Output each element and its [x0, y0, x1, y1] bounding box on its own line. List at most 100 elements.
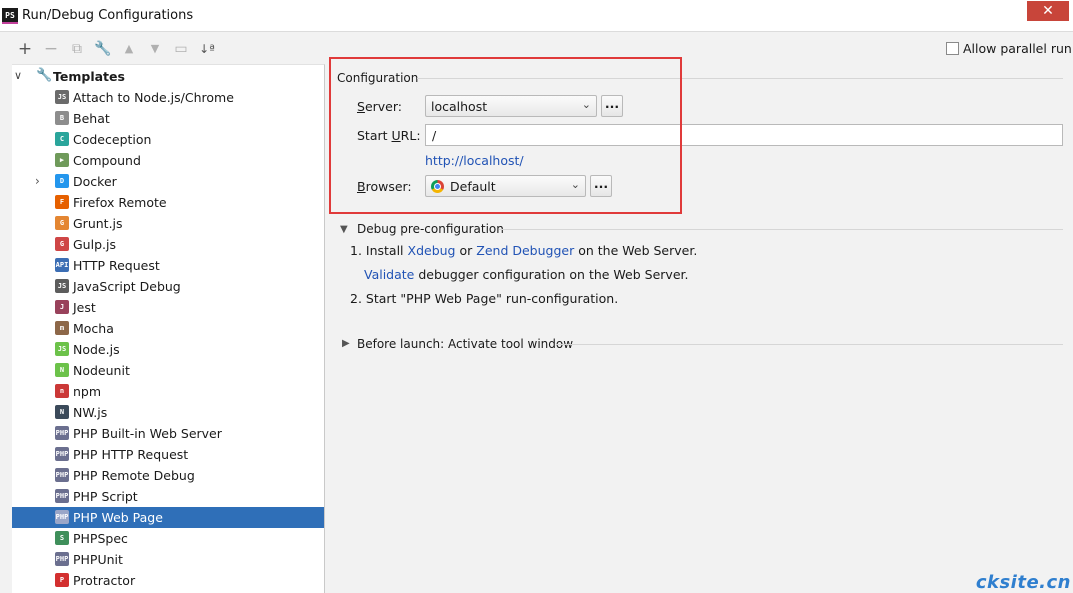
tree-item[interactable]: PHP PHP Built-in Web Server: [12, 423, 324, 444]
highlight-annotation: [329, 57, 682, 214]
config-toolbar: + − ⧉ 🔧 ▲ ▼ ▭ ↓ª: [12, 38, 324, 62]
php-script-icon: PHP: [55, 489, 69, 503]
tree-item-label: PHP Script: [73, 489, 138, 504]
tree-item[interactable]: G Grunt.js: [12, 213, 324, 234]
debug-step-2: 2. Start "PHP Web Page" run-configuratio…: [350, 291, 619, 306]
tree-item[interactable]: S PHPSpec: [12, 528, 324, 549]
tree-item[interactable]: P Protractor: [12, 570, 324, 591]
tree-item-label: PHPUnit: [73, 552, 123, 567]
tree-item[interactable]: N Nodeunit: [12, 360, 324, 381]
configuration-tree[interactable]: ∨ 🔧 Templates JS Attach to Node.js/Chrome…: [12, 64, 325, 593]
title-bar: PS Run/Debug Configurations ✕: [0, 0, 1073, 32]
step1-suffix: on the Web Server.: [578, 243, 698, 258]
wrench-icon: 🔧: [36, 68, 53, 83]
section-divider: [499, 229, 1063, 230]
or-text: or: [459, 243, 473, 258]
validate-link[interactable]: Validate: [364, 267, 414, 282]
compound-icon: ▶: [55, 153, 69, 167]
plus-icon[interactable]: +: [16, 40, 34, 58]
allow-parallel-label: Allow parallel run: [963, 41, 1072, 56]
docker-icon: D: [55, 174, 69, 188]
wrench-icon[interactable]: 🔧: [94, 40, 112, 58]
folder-icon[interactable]: ▭: [172, 40, 190, 58]
phpspec-icon: S: [55, 531, 69, 545]
tree-item-label: Mocha: [73, 321, 114, 336]
debug-section-title[interactable]: Debug pre-configuration: [357, 222, 504, 236]
allow-parallel-checkbox[interactable]: [946, 42, 959, 55]
http-request-icon: API: [55, 258, 69, 272]
tree-item[interactable]: API HTTP Request: [12, 255, 324, 276]
tree-item[interactable]: ▶ Compound: [12, 150, 324, 171]
section-divider: [556, 344, 1063, 345]
firefox-icon: F: [55, 195, 69, 209]
tree-item[interactable]: C Codeception: [12, 129, 324, 150]
close-button[interactable]: ✕: [1027, 1, 1069, 21]
tree-item[interactable]: › D Docker: [12, 171, 324, 192]
watermark: cksite.cn: [975, 572, 1071, 593]
phpunit-icon: PHP: [55, 552, 69, 566]
tree-item-label: Behat: [73, 111, 110, 126]
npm-icon: n: [55, 384, 69, 398]
attach-nodejs-icon: JS: [55, 90, 69, 104]
sort-icon[interactable]: ↓ª: [198, 40, 216, 58]
tree-item-label: PHP HTTP Request: [73, 447, 189, 462]
tree-item-label: PHPSpec: [73, 531, 128, 546]
tree-item-label: NW.js: [73, 405, 108, 420]
debug-step-1: 1. Install Xdebug or Zend Debugger on th…: [350, 243, 697, 258]
mocha-icon: m: [55, 321, 69, 335]
phpstorm-logo-icon: PS: [2, 8, 18, 24]
tree-item[interactable]: n npm: [12, 381, 324, 402]
tree-item-label: PHP Remote Debug: [73, 468, 195, 483]
tree-item[interactable]: JS Node.js: [12, 339, 324, 360]
codeception-icon: C: [55, 132, 69, 146]
before-launch-title[interactable]: Before launch: Activate tool window: [357, 337, 573, 351]
copy-icon[interactable]: ⧉: [68, 40, 86, 58]
chevron-down-icon[interactable]: ∨: [14, 69, 22, 82]
behat-icon: B: [55, 111, 69, 125]
php-web-page-icon: PHP: [55, 510, 69, 524]
arrow-down-icon[interactable]: ▼: [146, 40, 164, 58]
tree-item-label: Codeception: [73, 132, 152, 147]
tree-root-label: Templates: [53, 69, 125, 84]
tree-item[interactable]: JS Attach to Node.js/Chrome: [12, 87, 324, 108]
tree-item[interactable]: PHP PHP Remote Debug: [12, 465, 324, 486]
tree-item[interactable]: F Firefox Remote: [12, 192, 324, 213]
tree-root-templates[interactable]: ∨ 🔧 Templates: [12, 66, 324, 87]
javascript-debug-icon: JS: [55, 279, 69, 293]
grunt-icon: G: [55, 216, 69, 230]
tree-item[interactable]: JS JavaScript Debug: [12, 276, 324, 297]
tree-item-label: Protractor: [73, 573, 136, 588]
tree-item[interactable]: PHP PHP HTTP Request: [12, 444, 324, 465]
tree-item[interactable]: J Jest: [12, 297, 324, 318]
zend-debugger-link[interactable]: Zend Debugger: [476, 243, 574, 258]
chevron-right-icon[interactable]: ▶: [342, 338, 350, 349]
tree-item[interactable]: PHP PHPUnit: [12, 549, 324, 570]
tree-item-label: Grunt.js: [73, 216, 123, 231]
step1-prefix: 1. Install: [350, 243, 404, 258]
xdebug-link[interactable]: Xdebug: [408, 243, 456, 258]
php-builtin-server-icon: PHP: [55, 426, 69, 440]
tree-item-label: PHP Web Page: [73, 510, 163, 525]
debug-validate-line: Validate debugger configuration on the W…: [364, 267, 688, 282]
tree-item-label: Docker: [73, 174, 117, 189]
chevron-down-icon[interactable]: ▼: [340, 224, 348, 235]
minus-icon[interactable]: −: [42, 40, 60, 58]
nwjs-icon: N: [55, 405, 69, 419]
tree-item[interactable]: PHP PHP Script: [12, 486, 324, 507]
tree-item[interactable]: PHP PHP Web Page: [12, 507, 324, 528]
jest-icon: J: [55, 300, 69, 314]
tree-item-label: PHP Built-in Web Server: [73, 426, 222, 441]
chevron-right-icon[interactable]: ›: [35, 174, 40, 188]
protractor-icon: P: [55, 573, 69, 587]
tree-item[interactable]: B Behat: [12, 108, 324, 129]
gulp-icon: G: [55, 237, 69, 251]
nodeunit-icon: N: [55, 363, 69, 377]
tree-item[interactable]: N NW.js: [12, 402, 324, 423]
tree-item-label: JavaScript Debug: [73, 279, 181, 294]
tree-item[interactable]: m Mocha: [12, 318, 324, 339]
tree-item[interactable]: G Gulp.js: [12, 234, 324, 255]
php-http-request-icon: PHP: [55, 447, 69, 461]
tree-item-label: Compound: [73, 153, 141, 168]
arrow-up-icon[interactable]: ▲: [120, 40, 138, 58]
tree-item-label: Jest: [73, 300, 96, 315]
